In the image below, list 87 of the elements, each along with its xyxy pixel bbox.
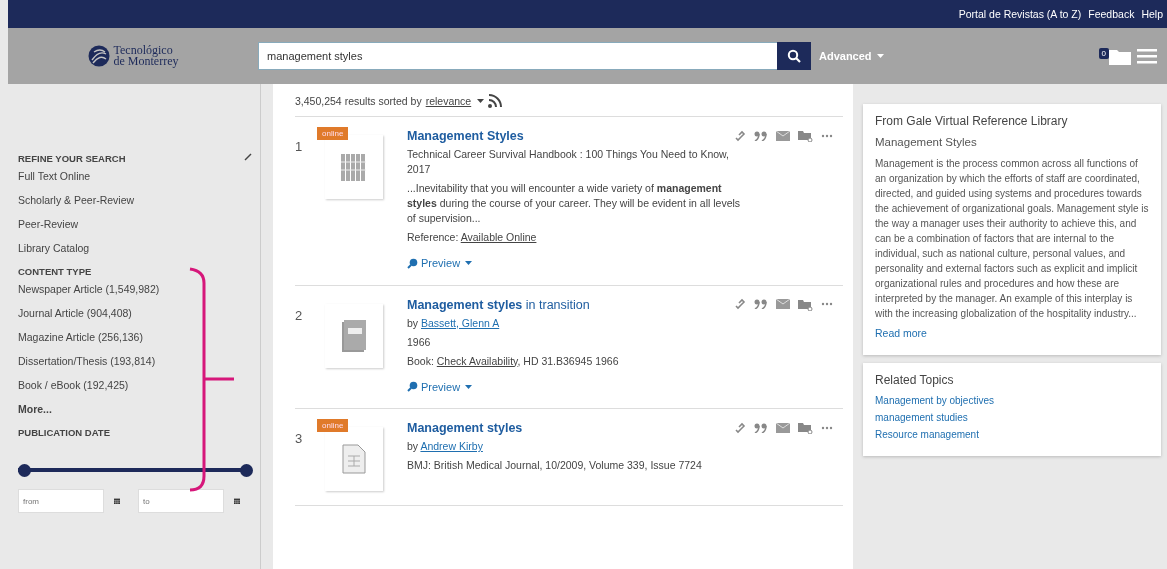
- result-meta: 1966: [407, 334, 432, 350]
- preview-link[interactable]: Preview: [407, 257, 473, 269]
- read-more-link[interactable]: Read more: [875, 327, 1149, 339]
- result-number: 3: [295, 430, 304, 448]
- logo-icon: [87, 45, 110, 67]
- online-badge: online: [317, 419, 349, 432]
- folder-icon[interactable]: [798, 421, 813, 434]
- magnifier-icon: [407, 257, 418, 269]
- result-meta: BMJ: British Medical Journal, 10/2009, Volume 339, Issue 7724: [407, 458, 703, 473]
- caret-icon: [477, 99, 485, 103]
- folder-icon[interactable]: [798, 129, 813, 142]
- logo-text: de Monterrey: [113, 56, 179, 67]
- filter-link[interactable]: Newspaper Article (1,549,982): [18, 283, 252, 295]
- section-heading: REFINE YOUR SEARCH: [18, 153, 126, 164]
- sort-dropdown[interactable]: relevance: [425, 95, 472, 107]
- quote-icon[interactable]: [754, 422, 768, 433]
- magnifier-icon: [407, 381, 418, 392]
- filter-link[interactable]: Peer-Review: [18, 218, 252, 230]
- more-icon[interactable]: [821, 302, 833, 306]
- menu-icon[interactable]: [1137, 48, 1157, 64]
- slider-handle[interactable]: [240, 464, 253, 477]
- card-source: From Gale Virtual Reference Library: [875, 114, 1069, 128]
- format-label: Reference:: [407, 231, 459, 243]
- top-link[interactable]: Feedback: [1088, 8, 1135, 20]
- email-icon[interactable]: [776, 299, 790, 309]
- result-number: 1: [295, 138, 304, 156]
- date-field[interactable]: to: [138, 489, 224, 513]
- search-field[interactable]: management styles: [258, 42, 778, 70]
- availability-link[interactable]: Check Availability: [436, 354, 518, 367]
- filter-link[interactable]: Scholarly & Peer-Review: [18, 194, 252, 206]
- topic-link[interactable]: Resource management: [875, 429, 1149, 440]
- top-link[interactable]: Portal de Revistas (A to Z): [958, 8, 1082, 20]
- caret-icon: [876, 54, 884, 58]
- email-icon[interactable]: [776, 422, 790, 433]
- card-description: Management is the process common across all functions of an organization by which the efforts of staff are coordinated, directed, and guided using systems and procedures towards the achievement of organizational goals. Management style is the way a manager uses their authority to achieve this, and can be a combination of factors that are internal to the individual, such as national culture, personal values, and personality and external factors such as explicit and implicit organizational rules and procedures and how these are interpreted by the manager. An example of this interplay is with the increasing globalization of the hospitality industry...: [875, 157, 1149, 321]
- pencil-icon[interactable]: [244, 153, 252, 161]
- quote-icon[interactable]: [754, 130, 768, 141]
- document-icon: [342, 444, 366, 474]
- topic-link[interactable]: Management by objectives: [875, 395, 1149, 406]
- quote-icon[interactable]: [754, 299, 768, 309]
- caret-icon: [465, 384, 473, 389]
- slider-handle[interactable]: [18, 464, 31, 477]
- folder-count-badge: 0: [1098, 47, 1109, 59]
- byline-label: by: [407, 440, 419, 452]
- filter-link[interactable]: Magazine Article (256,136): [18, 331, 252, 343]
- result-title[interactable]: Management Styles: [407, 129, 747, 143]
- search-icon: [787, 49, 801, 63]
- availability-link[interactable]: Available Online: [460, 231, 537, 243]
- logo-text: Tecnológico: [113, 45, 174, 56]
- result-meta: Technical Career Survival Handbook : 100 Things You Need to Know, 2017: [407, 147, 730, 177]
- date-field[interactable]: from: [18, 489, 104, 513]
- result-number: 2: [295, 306, 304, 325]
- call-number: , HD 31.B36945 1966: [517, 354, 619, 367]
- result-title[interactable]: Management styles in transition: [407, 297, 747, 312]
- card-title: Management Styles: [875, 136, 978, 148]
- book-icon: [342, 319, 366, 352]
- card-title: Related Topics: [875, 373, 955, 387]
- filter-link[interactable]: Book / eBook (192,425): [18, 379, 252, 391]
- more-link[interactable]: More...: [18, 403, 252, 415]
- more-icon[interactable]: [821, 425, 833, 430]
- byline-label: by: [407, 316, 419, 329]
- book-stack-icon: [341, 152, 367, 182]
- preview-link[interactable]: Preview: [407, 380, 473, 393]
- top-link[interactable]: Help: [1141, 8, 1163, 20]
- topic-link[interactable]: management studies: [875, 412, 1149, 423]
- author-link[interactable]: Bassett, Glenn A: [421, 316, 500, 329]
- author-link[interactable]: Andrew Kirby: [420, 440, 483, 452]
- result-title[interactable]: Management styles: [407, 421, 747, 435]
- filter-link[interactable]: Full Text Online: [18, 170, 252, 182]
- filter-link[interactable]: Library Catalog: [18, 242, 252, 254]
- folder-icon[interactable]: [798, 297, 813, 311]
- folder-icon[interactable]: [1109, 47, 1131, 65]
- section-heading: CONTENT TYPE: [18, 266, 92, 277]
- filter-link[interactable]: Dissertation/Thesis (193,814): [18, 355, 252, 367]
- filter-link[interactable]: Journal Article (904,408): [18, 307, 252, 319]
- caret-icon: [465, 261, 473, 265]
- online-badge: online: [317, 127, 349, 140]
- calendar-icon[interactable]: [234, 496, 240, 506]
- email-icon[interactable]: [776, 130, 790, 141]
- search-button[interactable]: [777, 42, 811, 70]
- section-heading: PUBLICATION DATE: [18, 427, 110, 438]
- rss-icon[interactable]: [488, 94, 503, 108]
- result-snippet: ...Inevitability that you will encounter a wide variety of management styles during the course of your career. They will be evident in all levels of supervision...: [407, 181, 742, 226]
- calendar-icon[interactable]: [114, 496, 120, 506]
- format-label: Book:: [407, 354, 434, 367]
- more-icon[interactable]: [821, 133, 833, 138]
- results-count: 3,450,254 results sorted by: [295, 95, 422, 107]
